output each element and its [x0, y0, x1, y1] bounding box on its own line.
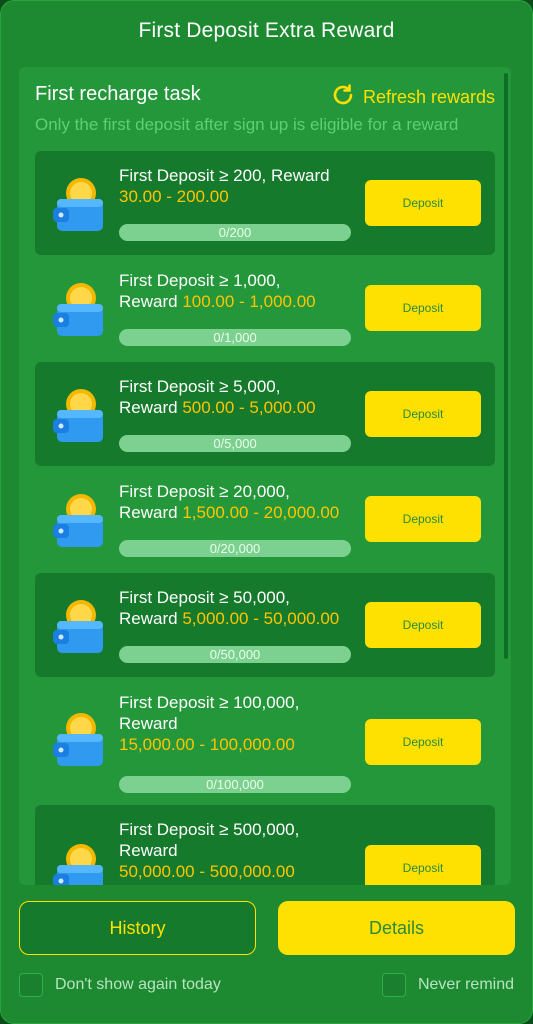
task-reward-amount: 100.00 - 1,000.00: [182, 292, 316, 311]
task-progress-bar: 0/200: [119, 224, 351, 241]
panel-subtitle: Only the first deposit after sign up is …: [35, 115, 459, 134]
task-progress-bar: 0/100,000: [119, 776, 351, 793]
task-condition: First Deposit ≥ 200, Reward: [119, 166, 330, 185]
details-button[interactable]: Details: [278, 901, 515, 955]
wallet-coin-icon: [51, 386, 107, 444]
deposit-button[interactable]: Deposit: [365, 845, 481, 885]
deposit-button[interactable]: Deposit: [365, 285, 481, 331]
task-reward-amount: 15,000.00 - 100,000.00: [119, 735, 295, 754]
refresh-icon: [331, 83, 355, 112]
deposit-reward-dialog: First Deposit Extra Reward First recharg…: [0, 0, 533, 1024]
deposit-button[interactable]: Deposit: [365, 496, 481, 542]
task-reward-word: Reward: [119, 841, 178, 860]
history-button[interactable]: History: [19, 901, 256, 955]
dont-show-checkbox[interactable]: [19, 973, 43, 997]
task-reward-amount: 50,000.00 - 500,000.00: [119, 862, 295, 881]
task-reward-word: Reward: [119, 609, 178, 628]
task-row: First Deposit ≥ 500,000, Reward 50,000.00 …: [35, 805, 495, 885]
task-reward-word: Reward: [119, 714, 178, 733]
wallet-coin-icon: [51, 710, 107, 768]
deposit-button[interactable]: Deposit: [365, 391, 481, 437]
task-row: First Deposit ≥ 20,000, Reward 1,500.00 -…: [35, 467, 495, 571]
task-description: First Deposit ≥ 100,000, Reward 15,000.00 …: [119, 692, 359, 755]
task-reward-amount: 5,000.00 - 50,000.00: [182, 609, 340, 628]
wallet-coin-icon: [51, 491, 107, 549]
task-description: First Deposit ≥ 5,000, Reward 500.00 - 5,…: [119, 376, 359, 418]
deposit-button[interactable]: Deposit: [365, 180, 481, 226]
wallet-coin-icon: [51, 841, 107, 885]
task-reward-amount: 30.00 - 200.00: [119, 187, 229, 206]
deposit-button[interactable]: Deposit: [365, 602, 481, 648]
task-condition: First Deposit ≥ 50,000,: [119, 588, 290, 607]
task-progress-bar: 0/50,000: [119, 646, 351, 663]
task-description: First Deposit ≥ 50,000, Reward 5,000.00 -…: [119, 587, 359, 629]
deposit-button[interactable]: Deposit: [365, 719, 481, 765]
task-reward-word: Reward: [119, 292, 178, 311]
dont-show-today-toggle[interactable]: Don't show again today: [19, 973, 221, 997]
task-condition: First Deposit ≥ 20,000,: [119, 482, 290, 501]
task-condition: First Deposit ≥ 100,000,: [119, 693, 300, 712]
dialog-title: First Deposit Extra Reward: [138, 19, 395, 42]
task-condition: First Deposit ≥ 5,000,: [119, 377, 281, 396]
task-row: First Deposit ≥ 50,000, Reward 5,000.00 -…: [35, 573, 495, 677]
task-description: First Deposit ≥ 1,000, Reward 100.00 - 1,…: [119, 270, 359, 312]
task-description: First Deposit ≥ 500,000, Reward 50,000.00 …: [119, 819, 359, 882]
refresh-rewards-button[interactable]: Refresh rewards: [331, 83, 495, 112]
task-row: First Deposit ≥ 100,000, Reward 15,000.00 …: [35, 678, 495, 804]
never-remind-label: Never remind: [417, 976, 514, 993]
task-condition: First Deposit ≥ 1,000,: [119, 271, 281, 290]
task-row: First Deposit ≥ 1,000, Reward 100.00 - 1,…: [35, 256, 495, 360]
task-description: First Deposit ≥ 20,000, Reward 1,500.00 -…: [119, 481, 359, 523]
task-progress-bar: 0/5,000: [119, 435, 351, 452]
task-description: First Deposit ≥ 200, Reward 30.00 - 200.0…: [119, 165, 359, 207]
task-progress-bar: 0/1,000: [119, 329, 351, 346]
task-reward-word: Reward: [119, 398, 178, 417]
task-condition: First Deposit ≥ 500,000,: [119, 820, 300, 839]
wallet-coin-icon: [51, 597, 107, 655]
task-row: First Deposit ≥ 5,000, Reward 500.00 - 5,…: [35, 362, 495, 466]
never-remind-checkbox[interactable]: [381, 973, 406, 997]
panel-heading: First recharge task: [35, 83, 201, 105]
task-reward-word: Reward: [119, 503, 178, 522]
refresh-rewards-label: Refresh rewards: [362, 87, 495, 107]
task-progress-bar: 0/20,000: [119, 540, 351, 557]
recharge-task-panel: First recharge task Refresh rewards Only…: [19, 67, 511, 885]
task-row: First Deposit ≥ 200, Reward 30.00 - 200.0…: [35, 151, 495, 255]
task-reward-amount: 500.00 - 5,000.00: [182, 398, 316, 417]
wallet-coin-icon: [51, 280, 107, 338]
scrollbar[interactable]: [504, 73, 508, 659]
wallet-coin-icon: [51, 175, 107, 233]
dont-show-label: Don't show again today: [55, 976, 221, 993]
task-reward-amount: 1,500.00 - 20,000.00: [182, 503, 340, 522]
never-remind-toggle[interactable]: Never remind: [381, 973, 514, 997]
